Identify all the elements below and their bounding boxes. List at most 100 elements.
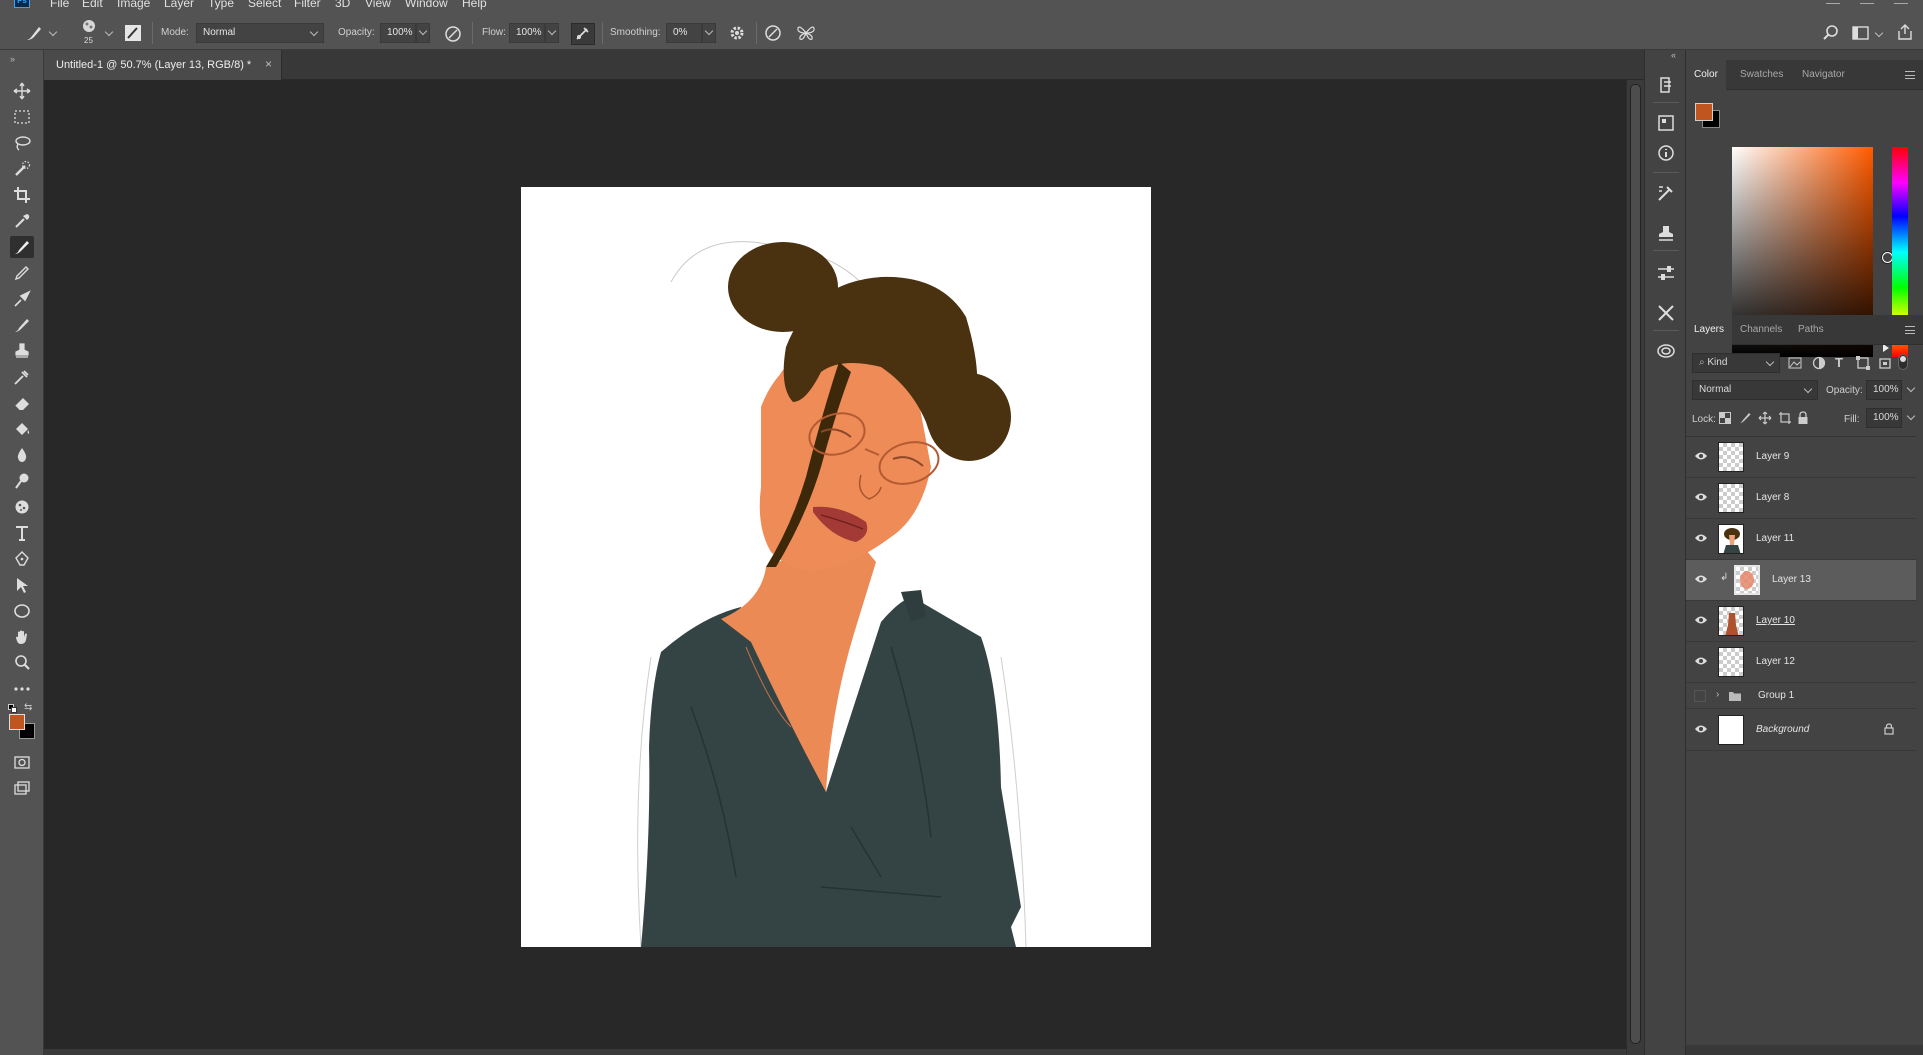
hand-tool[interactable]: [10, 626, 34, 648]
blend-mode-select[interactable]: Normal: [1692, 380, 1818, 400]
layer-row[interactable]: Layer 11: [1686, 519, 1916, 560]
eye-icon[interactable]: [1694, 492, 1708, 502]
zoom-tool[interactable]: [10, 652, 34, 674]
layer-name[interactable]: Background: [1756, 724, 1809, 735]
menu-3d[interactable]: 3D: [335, 0, 350, 10]
filter-pixel-icon[interactable]: [1788, 357, 1802, 372]
clone-source-icon[interactable]: [1655, 222, 1677, 244]
tab-paths[interactable]: Paths: [1790, 315, 1832, 345]
hue-slider-handle[interactable]: [1883, 344, 1889, 352]
opacity-dropdown-icon[interactable]: [1906, 383, 1916, 393]
eye-icon[interactable]: [1694, 656, 1708, 666]
menu-select[interactable]: Select: [248, 0, 281, 10]
foreground-color-swatch[interactable]: [9, 714, 25, 730]
filter-type-icon[interactable]: T: [1835, 355, 1843, 370]
layer-name[interactable]: Group 1: [1758, 690, 1794, 701]
workspace-layout-icon[interactable]: [1852, 25, 1870, 44]
pen-tool[interactable]: [10, 548, 34, 570]
tab-color[interactable]: Color: [1686, 60, 1726, 90]
eye-icon[interactable]: [1694, 615, 1708, 625]
search-icon[interactable]: [1822, 24, 1840, 45]
opacity-slider-dropdown[interactable]: [416, 23, 430, 43]
paint-bucket-tool[interactable]: [10, 418, 34, 440]
scrollbar-thumb[interactable]: [1630, 84, 1641, 1044]
brush-settings-icon[interactable]: [1655, 182, 1677, 204]
mode-select[interactable]: Normal: [196, 23, 324, 43]
chevron-right-icon[interactable]: ›: [1716, 689, 1719, 700]
vertical-scrollbar[interactable]: [1626, 80, 1644, 1055]
fill-field[interactable]: 100%: [1866, 408, 1902, 428]
layer-name[interactable]: Layer 9: [1756, 451, 1789, 462]
layer-name[interactable]: Layer 10: [1756, 615, 1795, 626]
share-icon[interactable]: [1896, 23, 1914, 44]
visibility-toggle-empty[interactable]: [1694, 690, 1706, 702]
menu-help[interactable]: Help: [462, 0, 487, 10]
flow-slider-dropdown[interactable]: [545, 23, 559, 43]
layer-row[interactable]: Layer 10: [1686, 601, 1916, 642]
sponge-tool[interactable]: [10, 496, 34, 518]
gear-icon[interactable]: [728, 24, 746, 45]
quick-mask-button[interactable]: [10, 751, 34, 773]
tab-channels[interactable]: Channels: [1732, 315, 1790, 345]
brush-tool-preset-icon[interactable]: [24, 24, 44, 45]
filter-shape-icon[interactable]: [1856, 356, 1870, 373]
layer-opacity-field[interactable]: 100%: [1866, 380, 1902, 400]
blur-tool[interactable]: [10, 444, 34, 466]
brush-preset-picker-icon[interactable]: [80, 18, 98, 37]
layer-row[interactable]: Layer 8: [1686, 478, 1916, 519]
menu-layer[interactable]: Layer: [164, 0, 194, 10]
tab-layers[interactable]: Layers: [1686, 315, 1733, 345]
brush-tool[interactable]: [10, 236, 34, 258]
art-history-brush-tool[interactable]: [10, 366, 34, 388]
default-colors-icon[interactable]: [8, 704, 17, 713]
menu-image[interactable]: Image: [117, 0, 150, 10]
workspace-dropdown-icon[interactable]: [1874, 28, 1884, 38]
menu-view[interactable]: View: [365, 0, 391, 10]
pressure-size-icon[interactable]: [764, 24, 782, 45]
document-canvas[interactable]: [521, 187, 1151, 947]
document-tab[interactable]: Untitled-1 @ 50.7% (Layer 13, RGB/8) * ×: [44, 50, 282, 80]
smoothing-field[interactable]: 0%: [666, 23, 702, 43]
fill-dropdown-icon[interactable]: [1906, 411, 1916, 421]
tool-presets-icon[interactable]: [1655, 302, 1677, 324]
flow-field[interactable]: 100%: [509, 23, 545, 43]
marquee-tool[interactable]: [10, 106, 34, 128]
clone-stamp-tool[interactable]: [10, 340, 34, 362]
layer-filter-select[interactable]: ⌕ Kind: [1692, 353, 1780, 373]
crop-tool[interactable]: [10, 184, 34, 206]
libraries-icon[interactable]: [1655, 340, 1677, 362]
tool-preset-dropdown-icon[interactable]: [48, 27, 58, 37]
info-icon[interactable]: [1655, 142, 1677, 164]
lock-artboard-icon[interactable]: [1778, 411, 1792, 428]
layer-row[interactable]: Layer 12: [1686, 642, 1916, 683]
brush-settings-panel-icon[interactable]: [124, 24, 142, 45]
styles-panel-icon[interactable]: [1655, 112, 1677, 134]
quick-selection-tool[interactable]: [10, 158, 34, 180]
mixer-brush-tool[interactable]: [10, 288, 34, 310]
dodge-tool[interactable]: [10, 470, 34, 492]
smoothing-slider-dropdown[interactable]: [702, 23, 716, 43]
minimize-icon[interactable]: [1826, 0, 1840, 4]
menu-file[interactable]: File: [50, 0, 69, 10]
close-document-icon[interactable]: ×: [265, 57, 272, 71]
close-window-icon[interactable]: [1894, 0, 1908, 4]
filter-toggle-switch[interactable]: [1898, 354, 1908, 370]
properties-icon[interactable]: [1655, 262, 1677, 284]
lasso-tool[interactable]: [10, 132, 34, 154]
edit-toolbar-button[interactable]: [10, 678, 34, 700]
type-tool[interactable]: [10, 522, 34, 544]
collapse-toolbar-icon[interactable]: »: [10, 54, 15, 64]
layer-name[interactable]: Layer 11: [1756, 533, 1794, 544]
layer-name[interactable]: Layer 8: [1756, 492, 1789, 503]
layer-row-selected[interactable]: ↲ Layer 13: [1686, 560, 1916, 601]
horizontal-scrollbar[interactable]: [44, 1049, 1626, 1055]
filter-smart-object-icon[interactable]: [1878, 356, 1892, 373]
swap-colors-icon[interactable]: ⇆: [24, 702, 32, 713]
layer-name[interactable]: Layer 13: [1772, 574, 1811, 585]
path-selection-tool[interactable]: [10, 574, 34, 596]
maximize-icon[interactable]: [1860, 0, 1874, 4]
foreground-color-chip[interactable]: [1695, 103, 1713, 121]
color-panel-menu-icon[interactable]: [1905, 71, 1915, 79]
eye-icon[interactable]: [1694, 574, 1708, 584]
layer-name[interactable]: Layer 12: [1756, 656, 1795, 667]
